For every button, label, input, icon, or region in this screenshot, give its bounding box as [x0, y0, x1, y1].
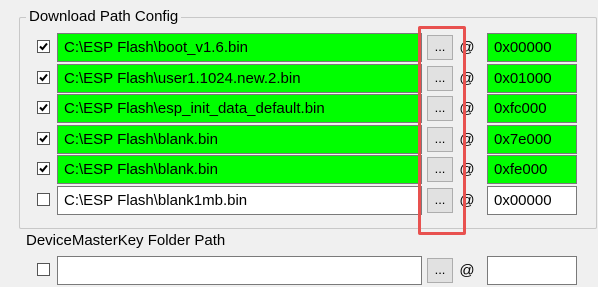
at-sign: @: [459, 69, 475, 87]
file-path-field[interactable]: C:\ESP Flash\user1.1024.new.2.bin: [57, 63, 422, 93]
browse-button[interactable]: ...: [427, 157, 453, 182]
device-master-key-address-field[interactable]: [487, 256, 577, 285]
file-path-field[interactable]: C:\ESP Flash\blank1mb.bin: [57, 185, 422, 215]
at-sign: @: [459, 39, 475, 56]
row-checkbox[interactable]: [37, 131, 50, 145]
browse-button[interactable]: ...: [427, 96, 453, 121]
device-master-key-row: ... @: [0, 256, 598, 285]
at-sign: @: [459, 100, 475, 117]
at-sign: @: [459, 161, 475, 178]
row-checkbox[interactable]: [37, 70, 50, 84]
flash-address-field[interactable]: 0x00000: [487, 185, 577, 215]
device-master-key-browse-button[interactable]: ...: [427, 258, 453, 283]
row-checkbox[interactable]: [37, 101, 50, 114]
flash-address-field[interactable]: 0x01000: [487, 63, 577, 93]
at-sign: @: [459, 262, 475, 279]
path-row: C:\ESP Flash\blank.bin... @0x7e000: [0, 124, 598, 154]
at-sign: @: [459, 191, 475, 209]
device-master-key-path-field[interactable]: [57, 256, 422, 285]
path-row: C:\ESP Flash\esp_init_data_default.bin..…: [0, 94, 598, 123]
browse-button[interactable]: ...: [427, 187, 453, 213]
flash-address-field[interactable]: 0x00000: [487, 33, 577, 62]
file-path-field[interactable]: C:\ESP Flash\blank.bin: [57, 155, 422, 184]
flash-address-field[interactable]: 0xfc000: [487, 94, 577, 123]
file-path-field[interactable]: C:\ESP Flash\blank.bin: [57, 124, 422, 154]
browse-button[interactable]: ...: [427, 35, 453, 60]
path-row: C:\ESP Flash\boot_v1.6.bin... @0x00000: [0, 33, 598, 62]
path-row: C:\ESP Flash\blank.bin... @0xfe000: [0, 155, 598, 184]
flash-address-field[interactable]: 0xfe000: [487, 155, 577, 184]
device-master-key-checkbox[interactable]: [37, 263, 50, 276]
path-row: C:\ESP Flash\blank1mb.bin... @0x00000: [0, 185, 598, 215]
browse-button[interactable]: ...: [427, 65, 453, 91]
file-path-field[interactable]: C:\ESP Flash\boot_v1.6.bin: [57, 33, 422, 62]
at-sign: @: [459, 130, 475, 148]
browse-button[interactable]: ...: [427, 126, 453, 152]
file-path-field[interactable]: C:\ESP Flash\esp_init_data_default.bin: [57, 94, 422, 123]
path-row: C:\ESP Flash\user1.1024.new.2.bin... @0x0…: [0, 63, 598, 93]
row-checkbox[interactable]: [37, 40, 50, 53]
row-checkbox[interactable]: [37, 192, 50, 206]
device-master-key-label: DeviceMasterKey Folder Path: [26, 232, 226, 249]
flash-address-field[interactable]: 0x7e000: [487, 124, 577, 154]
group-title: Download Path Config: [26, 7, 182, 27]
row-checkbox[interactable]: [37, 162, 50, 175]
